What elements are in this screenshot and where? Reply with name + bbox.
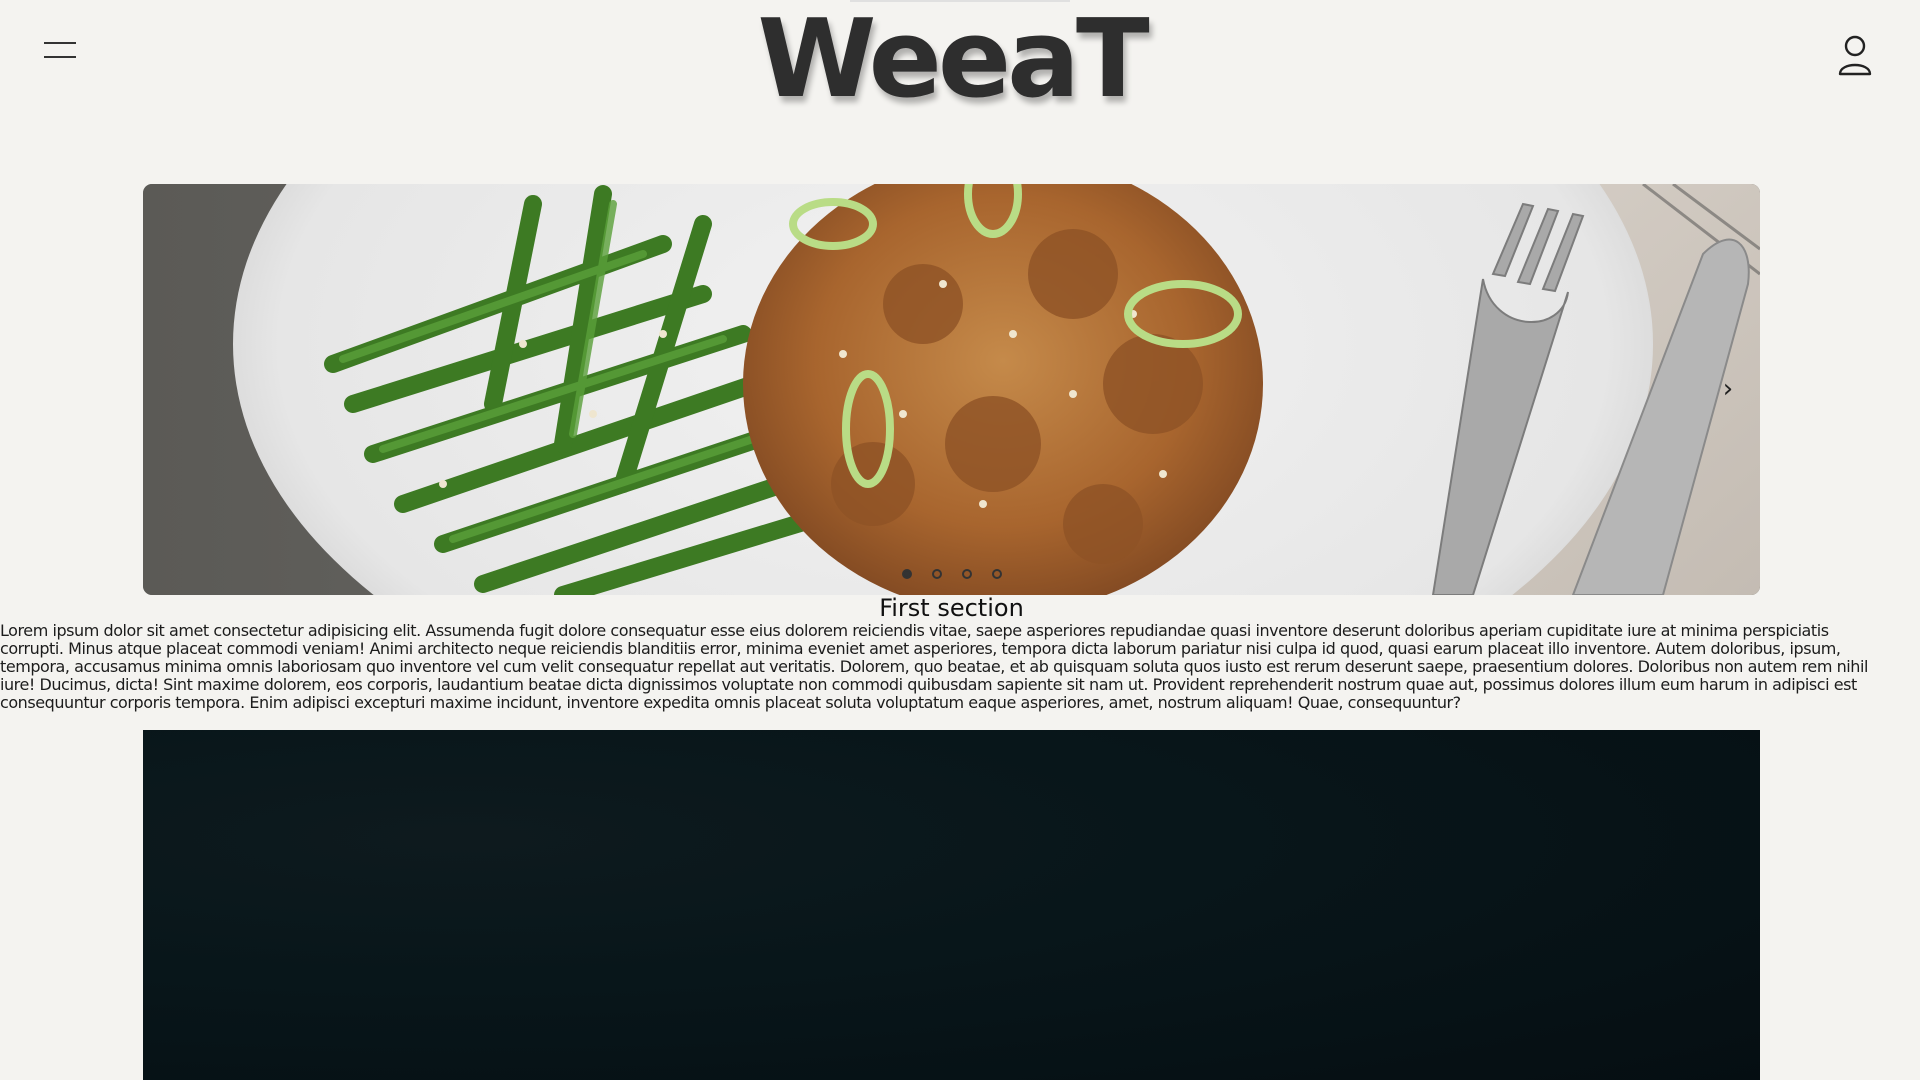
site-logo[interactable]: WeeaT xyxy=(0,6,1903,114)
food-photo xyxy=(143,184,1760,595)
carousel-next-button[interactable]: › xyxy=(1716,374,1740,404)
section-paragraph: Lorem ipsum dolor sit amet consectetur a… xyxy=(0,621,1868,712)
user-icon[interactable] xyxy=(1837,34,1873,76)
page: WeeaT › First section Lorem ipsum dolor … xyxy=(0,0,1903,1080)
hero-carousel[interactable]: › xyxy=(143,184,1760,595)
user-icon-graphic xyxy=(1838,35,1872,76)
carousel-indicator[interactable] xyxy=(991,569,1002,579)
carousel-indicator[interactable] xyxy=(931,569,942,579)
carousel-indicators xyxy=(143,569,1760,579)
section-title: First section xyxy=(879,594,1024,622)
carousel-indicator[interactable] xyxy=(961,569,972,579)
dark-image-block xyxy=(143,730,1760,1080)
carousel-indicator[interactable] xyxy=(901,569,912,579)
site-header: WeeaT xyxy=(0,0,1903,140)
